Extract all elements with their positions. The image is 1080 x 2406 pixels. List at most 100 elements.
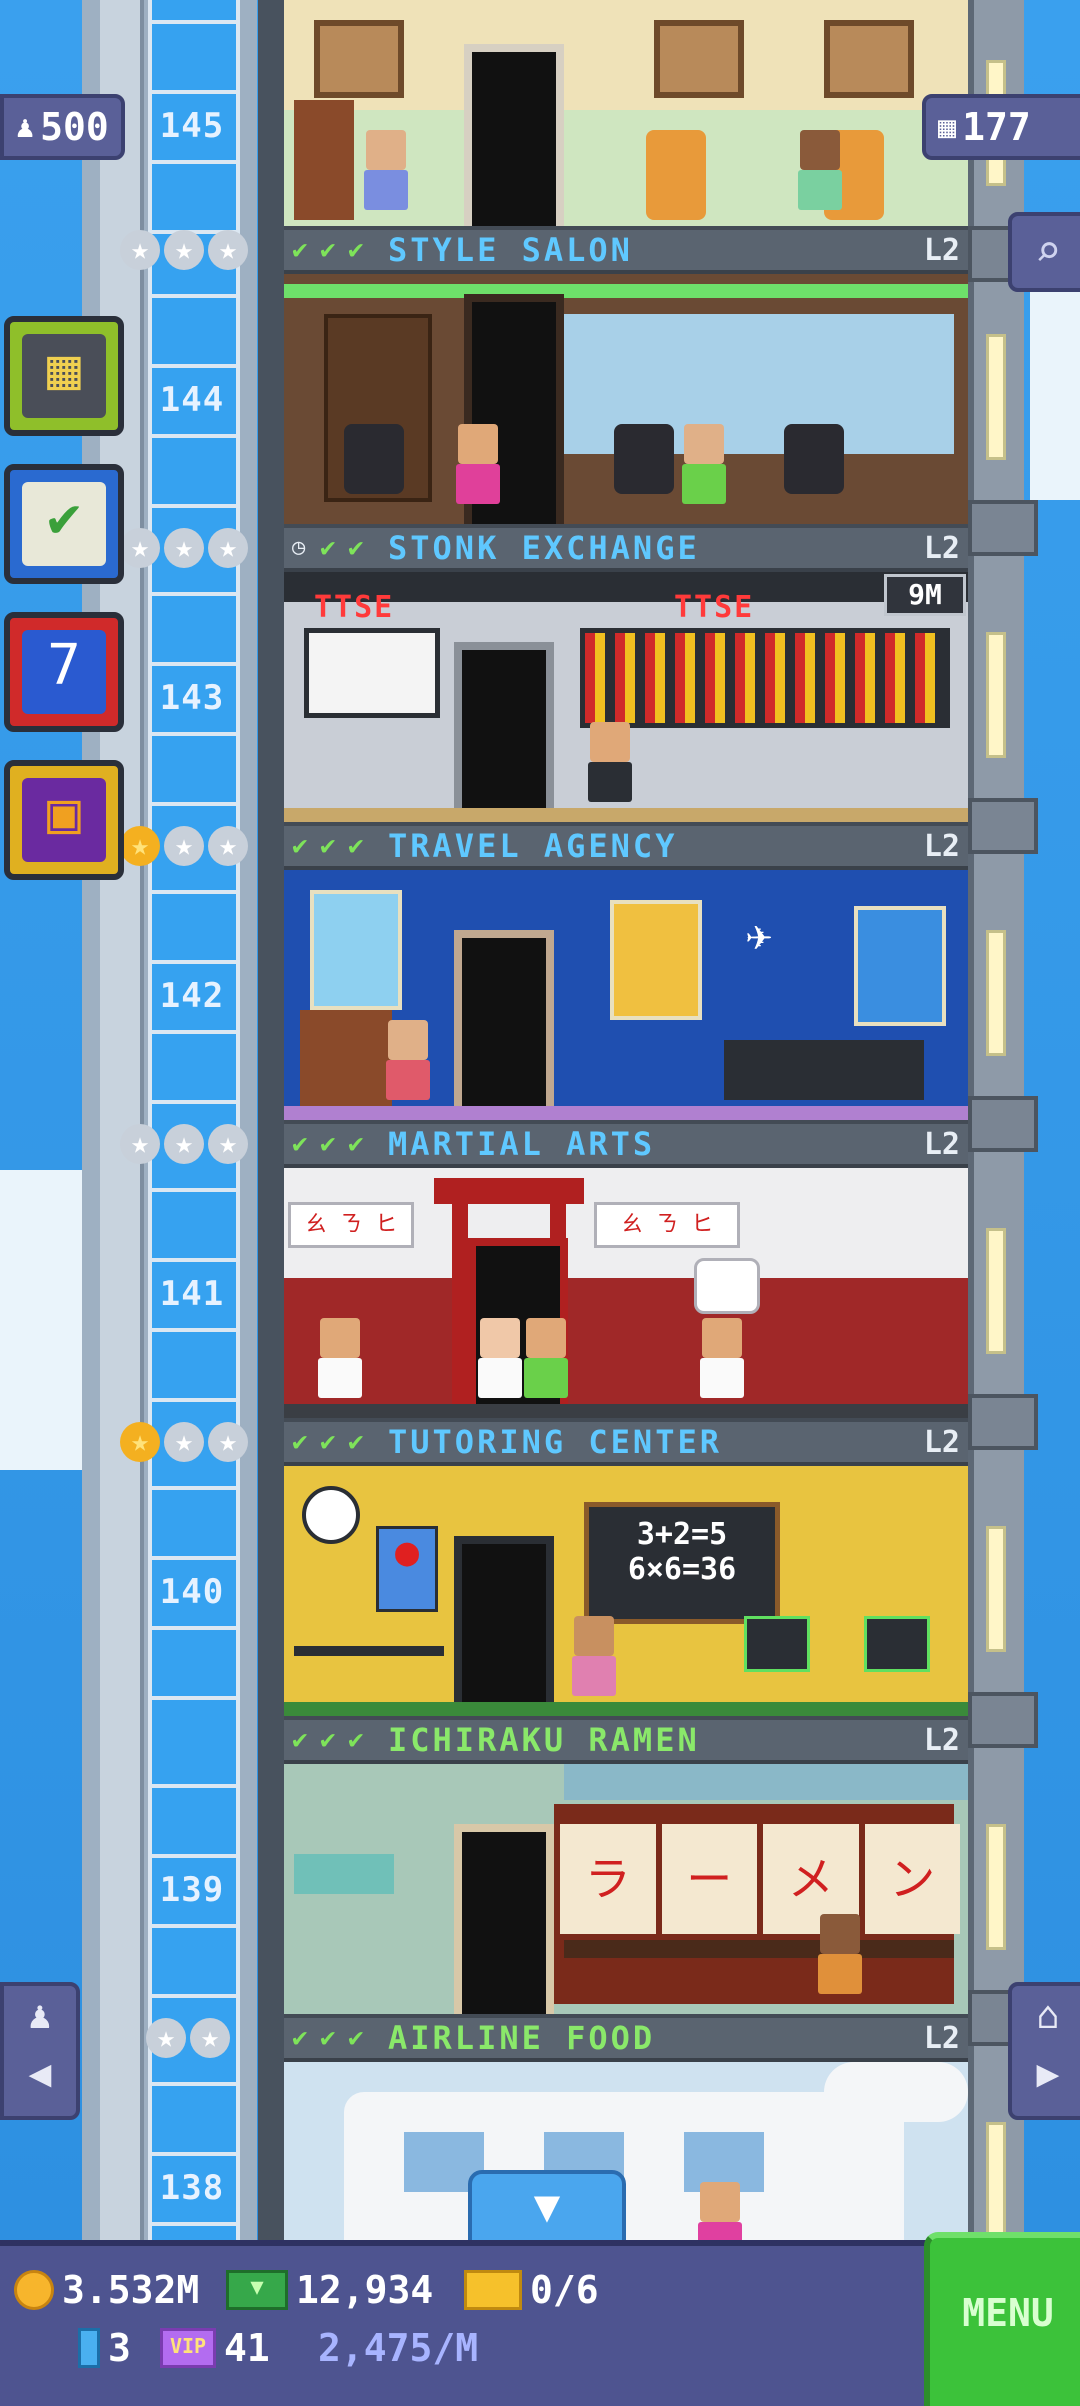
check-icon: ✔ [320,831,336,861]
wall-light [986,930,1006,1056]
floor-room-travel-agency[interactable]: 9M TTSE TTSE [284,572,968,822]
airplane-icon: ✈ [746,910,773,961]
floor-star-rating: ★ ★ ★ [120,1422,248,1462]
visitor[interactable] [520,1318,572,1398]
floor-status: ◷ ✔ ✔ [292,535,372,561]
floor-room-martial-arts[interactable]: ✈ [284,870,968,1120]
floor-label-bar[interactable]: ✔ ✔ ✔ AIRLINE FOOD L2 [284,2014,968,2062]
search-button[interactable]: ⌕ [1008,212,1080,292]
checklist-icon: ✔ [22,482,106,566]
visitor[interactable] [584,722,636,802]
floor-room-tutoring-center[interactable]: ㄠ ㄋ ヒ ㄠ ㄋ ヒ [284,1168,968,1418]
floor-level: L2 [923,530,960,566]
floor-label-bar[interactable]: ✔ ✔ ✔ ICHIRAKU RAMEN L2 [284,1716,968,1764]
visitor[interactable] [568,1616,620,1696]
stock-badge: 9M [884,574,966,616]
gift-button[interactable]: ▣ [4,760,124,880]
floor-number: 141 [159,1274,225,1314]
floor-status: ✔ ✔ ✔ [292,2025,372,2051]
check-icon: ✔ [292,1725,308,1755]
vip-display[interactable]: VIP 41 [160,2326,270,2370]
scroll-down-button[interactable]: ▼ [468,2170,626,2248]
missions-button[interactable]: ✔ [4,464,124,584]
shaft-divider [148,1924,240,1928]
floor-room-stonk-exchange[interactable] [284,274,968,524]
lobby-nav-button[interactable]: ♟ ◀ [0,1982,80,2120]
floor-status: ✔ ✔ ✔ [292,1427,372,1457]
visitor[interactable] [474,1318,526,1398]
ramen-banner: ラ ー メ ン [560,1824,960,1934]
floor-label-bar[interactable]: ✔ ✔ ✔ TRAVEL AGENCY L2 [284,822,968,870]
floor-star-rating: ★ ★ ★ [120,826,248,866]
floor-label-bar[interactable]: ✔ ✔ ✔ STYLE SALON L2 [284,226,968,274]
menu-button[interactable]: MENU [924,2232,1080,2406]
home-nav-button[interactable]: ⌂ ▶ [1008,1982,1080,2120]
shaft-divider [148,90,240,94]
banner-panel: ン [864,1824,960,1934]
star-icon: ★ [208,230,248,270]
floor-room-style-salon[interactable] [284,0,968,226]
coins-display[interactable]: 3.532M [14,2268,199,2312]
floor-room-partial[interactable] [284,2062,968,2240]
cloud [1030,270,1080,500]
floor-status: ✔ ✔ ✔ [292,1131,372,1157]
visitor[interactable] [794,130,846,210]
shaft-divider [148,2222,240,2226]
coins-value: 3.532M [62,2268,200,2312]
star-icon: ★ [164,1124,204,1164]
floor-status: ✔ ✔ ✔ [292,831,372,861]
star-icon: ★ [208,1422,248,1462]
magnifier-icon: ⌕ [1034,226,1062,277]
visitor[interactable] [314,1318,366,1398]
check-icon: ✔ [320,1427,336,1457]
star-icon: ★ [208,1124,248,1164]
visitor[interactable] [696,1318,748,1398]
wall-light [986,334,1006,460]
star-icon: ★ [120,826,160,866]
shaft-divider [148,1626,240,1630]
floor-level: L2 [923,828,960,864]
floor-room-ichiraku-ramen[interactable]: ● 3+2=5 6×6=36 [284,1466,968,1716]
shaft-divider [148,960,240,964]
shaft-divider [148,364,240,368]
visitor[interactable] [678,424,730,504]
star-icon: ★ [208,528,248,568]
floor-room-airline-food[interactable]: ラ ー メ ン [284,1764,968,2014]
house-icon: ⌂ [1036,1993,1060,2037]
shaft-divider [148,1398,240,1402]
visitor[interactable] [452,424,504,504]
visitor[interactable] [382,1020,434,1100]
tickets-display[interactable]: 0/6 [464,2268,599,2312]
floor-label-bar[interactable]: ✔ ✔ ✔ TUTORING CENTER L2 [284,1418,968,1466]
floor-label-bar[interactable]: ◷ ✔ ✔ STONK EXCHANGE L2 [284,524,968,572]
floor-level: L2 [923,1722,960,1758]
gems-display[interactable]: 3 [78,2326,131,2370]
bottom-resource-bar [0,2240,1080,2406]
star-icon: ★ [164,826,204,866]
star-icon: ★ [164,528,204,568]
floor-counter[interactable]: ▦ 177 [922,94,1080,160]
population-value: 500 [40,105,109,149]
population-counter[interactable]: ♟ 500 [0,94,125,160]
visitor[interactable] [814,1914,866,1994]
calendar-button[interactable]: 7 [4,612,124,732]
floor-name: STYLE SALON [388,231,633,269]
shaft-divider [148,1030,240,1034]
check-icon: ✔ [292,1427,308,1457]
floor-name: AIRLINE FOOD [388,2019,656,2057]
visitor[interactable] [360,130,412,210]
check-icon: ✔ [320,235,336,265]
floor-label-bar[interactable]: ✔ ✔ ✔ MARTIAL ARTS L2 [284,1120,968,1168]
arrow-down-icon: ▼ [533,2181,561,2232]
building-icon: ▦ [22,334,106,418]
star-icon: ★ [120,1124,160,1164]
person-icon: ♟ [28,1993,52,2037]
speech-bubble[interactable] [694,1258,760,1314]
check-icon: ✔ [348,1427,364,1457]
shaft-divider [148,1994,240,1998]
visitor[interactable] [694,2182,746,2240]
floor-name: MARTIAL ARTS [388,1125,656,1163]
tower-bux-display[interactable]: ▼ 12,934 [226,2268,433,2312]
wall-light [986,1526,1006,1652]
building-button[interactable]: ▦ [4,316,124,436]
